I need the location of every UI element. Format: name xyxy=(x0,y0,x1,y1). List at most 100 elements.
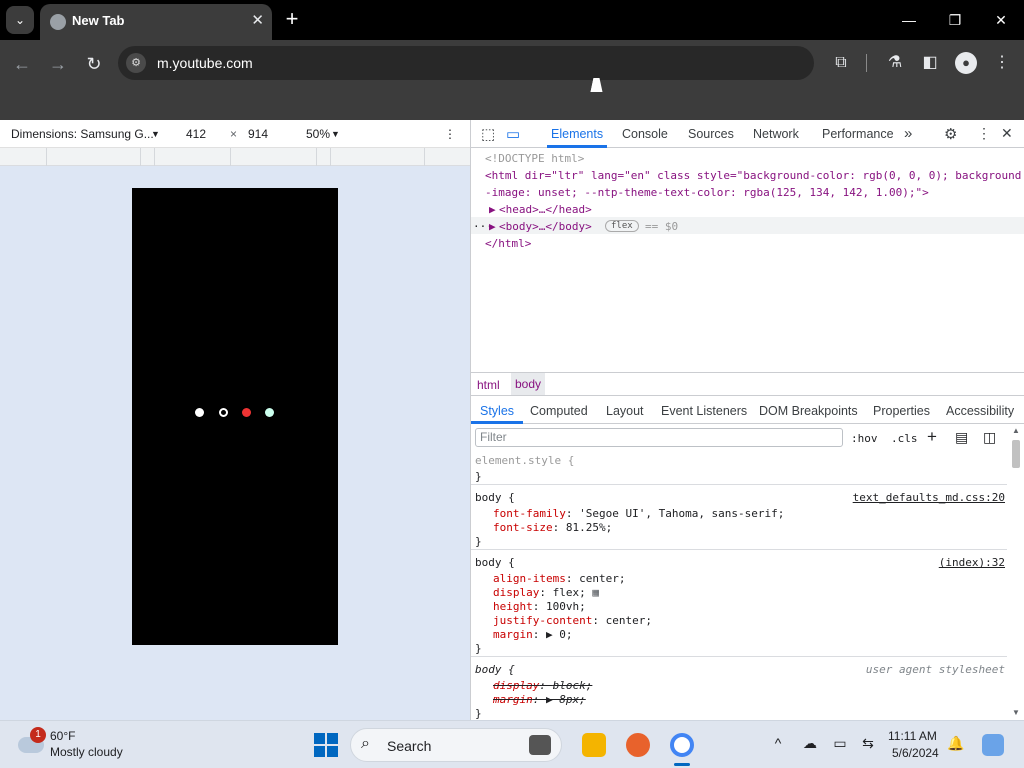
breadcrumb-html[interactable]: html xyxy=(477,378,500,392)
css-property[interactable]: margin xyxy=(493,693,533,706)
toggle-sidebar-icon[interactable]: ◫ xyxy=(983,429,996,446)
network-icon[interactable]: ⇆ xyxy=(858,735,878,752)
tab-performance[interactable]: Performance xyxy=(822,127,894,141)
forward-icon[interactable]: → xyxy=(46,52,70,76)
scroll-up-icon[interactable]: ▲ xyxy=(1012,426,1020,435)
css-value[interactable]: 'Segoe UI', Tahoma, sans-serif; xyxy=(579,507,784,520)
css-property[interactable]: font-size xyxy=(493,521,553,534)
subtab-dom-breakpoints[interactable]: DOM Breakpoints xyxy=(759,404,858,418)
body-line[interactable]: <body>…</body> xyxy=(499,220,592,233)
subtab-accessibility[interactable]: Accessibility xyxy=(946,404,1014,418)
rule-selector[interactable]: body { xyxy=(475,491,515,504)
clock-date[interactable]: 5/6/2024 xyxy=(892,746,939,760)
chevron-up-icon[interactable]: ^ xyxy=(768,735,788,751)
emulated-device-screen[interactable] xyxy=(132,188,338,645)
rule-source-link[interactable]: text_defaults_md.css:20 xyxy=(853,491,1005,504)
subtab-event-listeners[interactable]: Event Listeners xyxy=(661,404,747,418)
expand-head-icon[interactable]: ▶ xyxy=(489,203,496,216)
css-value[interactable]: center; xyxy=(579,572,625,585)
css-value[interactable]: 81.25%; xyxy=(566,521,612,534)
notifications-icon[interactable]: 🔔 xyxy=(946,735,966,752)
back-icon[interactable]: ← xyxy=(10,52,34,76)
subtab-computed[interactable]: Computed xyxy=(530,404,588,418)
chrome-icon[interactable] xyxy=(670,733,694,757)
height-input[interactable]: 914 xyxy=(248,127,268,141)
onedrive-icon[interactable]: ☁ xyxy=(800,735,820,752)
css-property[interactable]: height xyxy=(493,600,533,613)
close-icon[interactable]: ✕ xyxy=(1001,125,1013,142)
copilot-icon[interactable] xyxy=(982,734,1004,756)
file-explorer-icon[interactable] xyxy=(582,733,606,757)
flex-editor-icon[interactable]: ▦ xyxy=(592,586,599,599)
paint-icon[interactable]: ▤ xyxy=(955,429,968,446)
more-tabs-icon[interactable]: » xyxy=(904,125,912,142)
css-property[interactable]: align-items xyxy=(493,572,566,585)
add-rule-icon[interactable]: + xyxy=(927,427,937,447)
display-icon[interactable]: ▭ xyxy=(830,735,850,752)
width-input[interactable]: 412 xyxy=(186,127,206,141)
media-query-ruler[interactable] xyxy=(0,148,470,166)
address-bar[interactable]: ⚙ m.youtube.com xyxy=(118,46,814,80)
breadcrumb-body[interactable]: body xyxy=(511,373,546,395)
taskbar-search[interactable]: ⌕ Search xyxy=(350,728,562,762)
tab-network[interactable]: Network xyxy=(753,127,799,141)
css-property[interactable]: font-family xyxy=(493,507,566,520)
url-text[interactable]: m.youtube.com xyxy=(157,55,253,71)
more-options-icon[interactable]: ⋮ xyxy=(444,127,456,141)
css-property[interactable]: display xyxy=(493,586,539,599)
subtab-properties[interactable]: Properties xyxy=(873,404,930,418)
css-property[interactable]: display xyxy=(493,679,539,692)
element-style-selector[interactable]: element.style { xyxy=(475,454,574,467)
head-line[interactable]: <head>…</head> xyxy=(499,203,592,216)
css-property[interactable]: justify-content xyxy=(493,614,592,627)
profile-icon[interactable]: ● xyxy=(955,52,977,74)
styles-scrollbar[interactable]: ▲ ▼ xyxy=(1009,426,1023,720)
css-value[interactable]: ▶ 0; xyxy=(546,628,573,641)
weather-condition[interactable]: Mostly cloudy xyxy=(50,745,123,759)
new-tab-button[interactable]: + xyxy=(280,8,304,32)
css-property[interactable]: margin xyxy=(493,628,533,641)
labs-icon[interactable]: ⚗ xyxy=(884,52,906,74)
menu-icon[interactable]: ⋮ xyxy=(991,52,1013,74)
devtools-menu-icon[interactable]: ⋮ xyxy=(977,125,991,142)
site-info-icon[interactable]: ⚙ xyxy=(126,53,146,73)
side-panel-icon[interactable]: ◧ xyxy=(919,52,941,74)
firefox-icon[interactable] xyxy=(626,733,650,757)
inspect-element-icon[interactable]: ⬚ xyxy=(481,125,495,143)
tab-close-icon[interactable]: ✕ xyxy=(251,11,264,29)
rule-selector[interactable]: body { xyxy=(475,556,515,569)
flex-badge[interactable]: flex xyxy=(605,220,639,232)
css-value[interactable]: ▶ 8px; xyxy=(546,693,586,706)
css-value[interactable]: block; xyxy=(553,679,593,692)
tab-new-tab[interactable]: New Tab ✕ xyxy=(40,4,272,40)
device-select[interactable]: Dimensions: Samsung G... xyxy=(11,127,154,141)
clock-time[interactable]: 11:11 AM xyxy=(888,729,937,743)
expand-body-icon[interactable]: ▶ xyxy=(489,220,496,233)
minimize-button[interactable]: — xyxy=(894,8,924,32)
weather-temp[interactable]: 60°F xyxy=(50,729,75,743)
scroll-down-icon[interactable]: ▼ xyxy=(1012,708,1020,717)
hov-button[interactable]: :hov xyxy=(851,432,878,445)
css-value[interactable]: 100vh; xyxy=(546,600,586,613)
filter-input[interactable]: Filter xyxy=(475,428,843,447)
windows-start-icon[interactable] xyxy=(314,733,338,757)
subtab-styles[interactable]: Styles xyxy=(480,404,514,418)
css-value[interactable]: center; xyxy=(606,614,652,627)
scrollbar-thumb[interactable] xyxy=(1012,440,1020,468)
gear-icon[interactable]: ⚙ xyxy=(944,125,957,143)
css-value[interactable]: flex; xyxy=(553,586,586,599)
close-window-button[interactable]: ✕ xyxy=(986,8,1016,32)
subtab-layout[interactable]: Layout xyxy=(606,404,644,418)
rule-selector[interactable]: body { xyxy=(475,663,515,676)
maximize-button[interactable]: ❐ xyxy=(940,8,970,32)
device-toggle-icon[interactable]: ▭ xyxy=(506,125,520,143)
tab-elements[interactable]: Elements xyxy=(551,127,603,141)
tab-console[interactable]: Console xyxy=(622,127,668,141)
tab-sources[interactable]: Sources xyxy=(688,127,734,141)
rule-source-link[interactable]: (index):32 xyxy=(939,556,1005,569)
extensions-icon[interactable]: ⧉ xyxy=(830,52,852,74)
tab-search-button[interactable]: ⌄ xyxy=(6,6,34,34)
zoom-select[interactable]: 50% xyxy=(306,127,330,141)
reload-icon[interactable]: ↻ xyxy=(82,52,106,76)
cls-button[interactable]: .cls xyxy=(891,432,918,445)
